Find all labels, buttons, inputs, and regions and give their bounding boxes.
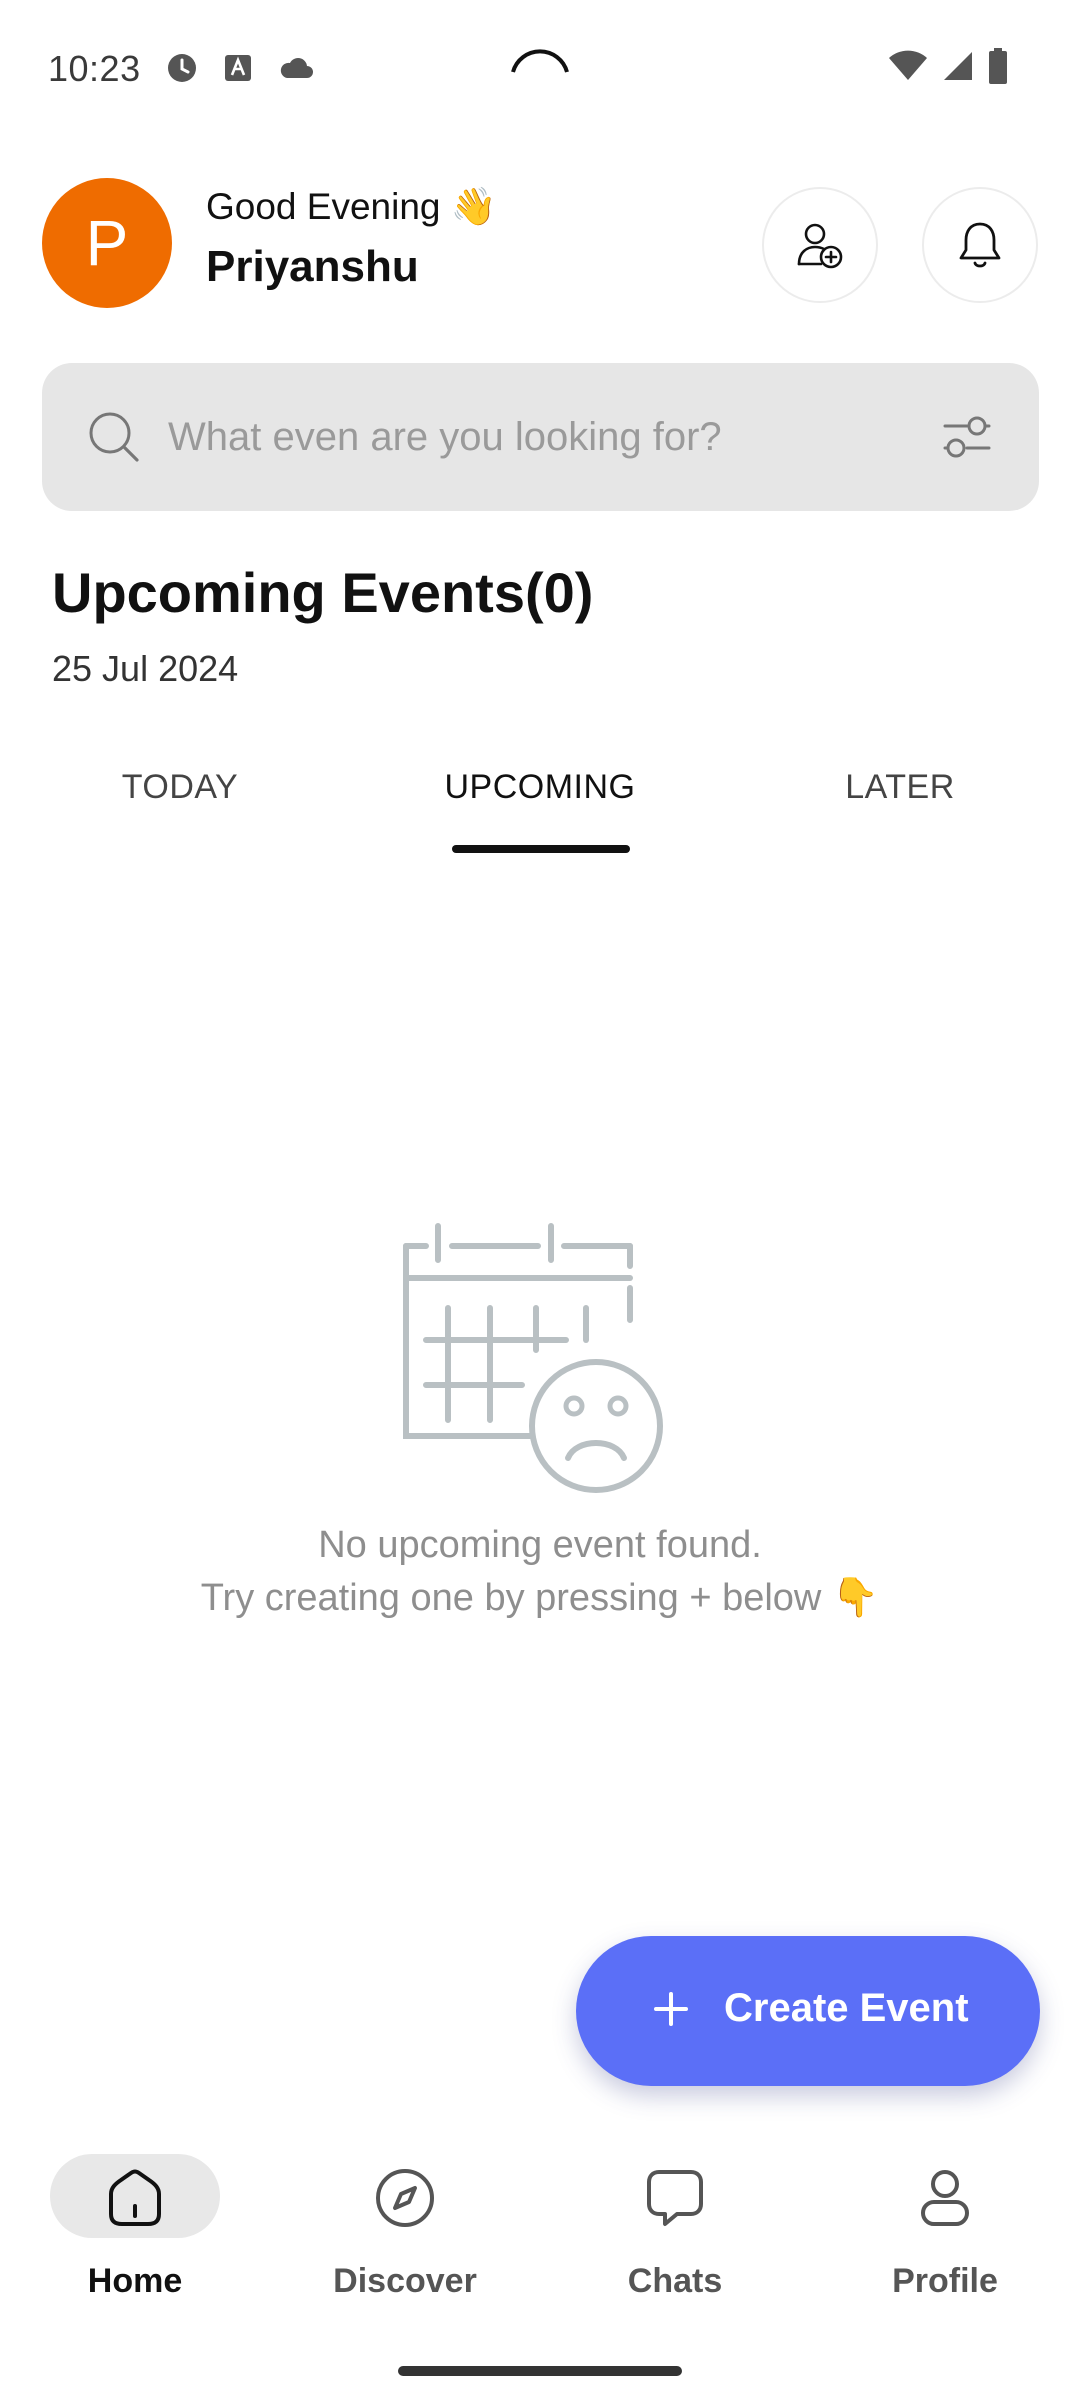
cloud-icon <box>280 58 313 78</box>
chat-bubble-icon <box>647 2170 703 2226</box>
event-tabs: TODAY UPCOMING LATER <box>0 760 1080 856</box>
camera-cutout-icon <box>511 49 569 73</box>
section-title: Upcoming Events(0) <box>52 561 594 624</box>
status-time: 10:23 <box>48 48 141 89</box>
person-icon <box>921 2170 969 2226</box>
tab-upcoming[interactable]: UPCOMING <box>360 760 720 856</box>
active-tab-indicator <box>452 845 630 853</box>
search-bar[interactable] <box>42 363 1039 511</box>
notifications-button[interactable] <box>922 187 1038 303</box>
tab-today[interactable]: TODAY <box>0 760 360 856</box>
section-date: 25 Jul 2024 <box>52 648 239 689</box>
bell-icon <box>959 222 1001 268</box>
add-friend-button[interactable] <box>762 187 878 303</box>
notification-icons <box>166 52 314 84</box>
nav-item-chats[interactable]: Chats <box>540 2128 810 2328</box>
avatar[interactable]: P <box>42 178 172 308</box>
gesture-home-handle[interactable] <box>398 2366 682 2376</box>
add-user-icon <box>797 223 843 269</box>
compass-icon <box>376 2169 434 2227</box>
clock-icon <box>168 54 196 82</box>
keyboard-a-icon <box>225 55 251 81</box>
battery-icon <box>989 48 1007 84</box>
search-input[interactable] <box>168 407 928 467</box>
sad-calendar-icon <box>403 1223 663 1493</box>
nav-label-profile: Profile <box>892 2262 998 2300</box>
greeting-text: Good Evening 👋 <box>206 186 497 227</box>
nav-label-discover: Discover <box>333 2262 477 2300</box>
search-icon <box>89 412 139 462</box>
plus-icon <box>654 1992 688 2026</box>
bottom-navigation: Home Discover Chats Profile <box>0 2128 1080 2400</box>
empty-state-hint: Try creating one by pressing + below 👇 <box>200 1577 880 1619</box>
empty-state-title: No upcoming event found. <box>318 1524 762 1566</box>
nav-item-home[interactable]: Home <box>0 2128 270 2328</box>
system-status-icons <box>888 48 1008 84</box>
signal-icon <box>944 52 972 80</box>
status-bar: 10:23 <box>0 0 1080 140</box>
home-icon <box>109 2169 161 2226</box>
user-name: Priyanshu <box>206 242 419 291</box>
create-event-label: Create Event <box>724 1986 969 2030</box>
nav-item-discover[interactable]: Discover <box>270 2128 540 2328</box>
nav-label-home: Home <box>87 2262 183 2300</box>
wifi-icon <box>889 50 927 80</box>
filter-sliders-icon[interactable] <box>941 411 993 463</box>
create-event-button[interactable]: Create Event <box>576 1936 1040 2086</box>
nav-label-chats: Chats <box>627 2262 723 2300</box>
nav-item-profile[interactable]: Profile <box>810 2128 1080 2328</box>
avatar-initial: P <box>85 207 129 279</box>
tab-later[interactable]: LATER <box>720 760 1080 856</box>
